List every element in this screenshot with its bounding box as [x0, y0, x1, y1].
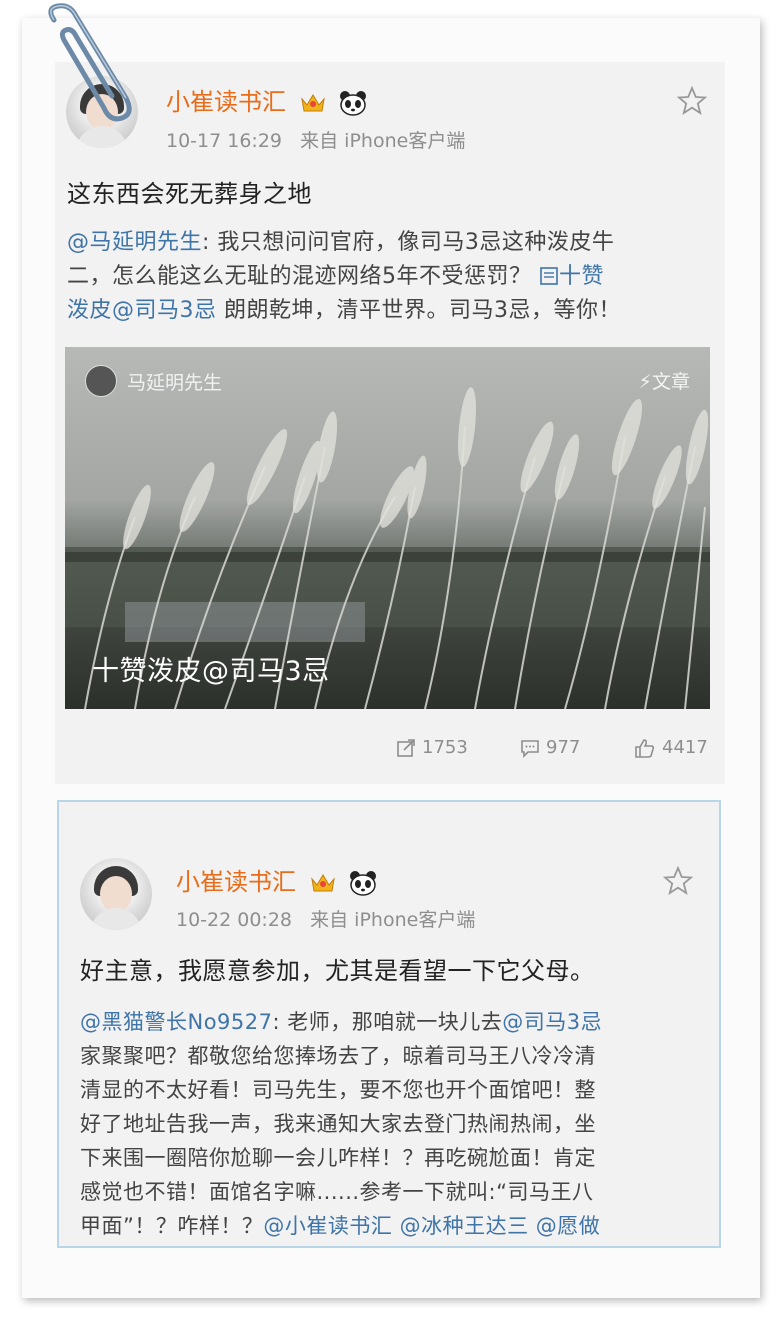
repost-icon: [397, 738, 415, 757]
panda-icon: [340, 91, 367, 116]
article-link-cont[interactable]: 泼皮@司马3忌: [67, 298, 217, 323]
mention-link[interactable]: @愿做: [536, 1214, 601, 1238]
repost-line: 朗朗乾坤，清平世界。司马3忌，等你！: [216, 298, 621, 323]
username[interactable]: 小崔读书汇: [176, 862, 377, 897]
article-type-label: 文章: [651, 371, 690, 393]
star-icon[interactable]: [677, 86, 707, 116]
mention-link[interactable]: @小崔读书汇: [263, 1214, 392, 1238]
like-button[interactable]: 4417: [634, 737, 708, 758]
repost-line: 家聚聚吧？都敬您给您捧场去了，晾着司马王八冷冷清: [80, 1044, 596, 1068]
thumbs-up-icon: [635, 738, 655, 758]
paperclip-icon: [48, 3, 132, 122]
article-card[interactable]: 马延明先生 ⚡文章 十赞泼皮@司马3忌: [65, 347, 710, 709]
article-link-text[interactable]: 十赞: [559, 264, 604, 289]
repost-text: @黑猫警长No9527: 老师，那咱就一块儿去@司马3忌 家聚聚吧？都敬您给您捧…: [80, 1005, 710, 1243]
lightning-icon: ⚡: [638, 371, 652, 393]
repost-line: 好了地址告我一声，我来通知大家去登门热闹热闹，坐: [80, 1112, 596, 1136]
username[interactable]: 小崔读书汇: [166, 82, 367, 117]
article-link[interactable]: 十赞: [539, 264, 604, 289]
mention-link[interactable]: @司马3忌: [502, 1010, 602, 1034]
repost-text: @马延明先生: 我只想问问官府，像司马3忌这种泼皮牛 二，怎么能这么无耻的混迹网…: [67, 226, 717, 328]
avatar[interactable]: [80, 858, 152, 930]
repost-count: 1753: [422, 737, 468, 758]
repost-line: : 老师，那咱就一块儿去: [272, 1010, 503, 1034]
crown-icon: [300, 94, 325, 112]
comment-button[interactable]: 977: [520, 737, 580, 758]
article-type: ⚡文章: [639, 367, 690, 394]
article-caption: 十赞泼皮@司马3忌: [92, 656, 330, 687]
article-icon: [540, 267, 558, 285]
timestamp: 10-22 00:28: [176, 909, 293, 931]
repost-line: 下来围一圈陪你尬聊一会儿咋样！？再吃碗尬面！肯定: [80, 1146, 596, 1170]
repost-line: 二，怎么能这么无耻的混迹网络5年不受惩罚？: [67, 264, 532, 289]
comment-icon: [521, 739, 539, 758]
mention-link[interactable]: @马延明先生: [67, 230, 202, 255]
username-text[interactable]: 小崔读书汇: [166, 88, 286, 116]
author-avatar: [85, 365, 117, 397]
like-count: 4417: [662, 737, 708, 758]
source-text: 来自 iPhone客户端: [300, 130, 466, 152]
post-meta: 10-17 16:29 来自 iPhone客户端: [166, 126, 465, 153]
timestamp: 10-17 16:29: [166, 130, 283, 152]
article-author-name: 马延明先生: [127, 371, 223, 394]
repost-line: 甲面”！？咋样！？: [80, 1214, 264, 1238]
repost-line: : 我只想问问官府，像司马3忌这种泼皮牛: [202, 230, 615, 255]
repost-button[interactable]: 1753: [396, 737, 468, 758]
source-text: 来自 iPhone客户端: [310, 909, 476, 931]
article-author[interactable]: 马延明先生: [85, 365, 222, 397]
repost-line: 清显的不太好看！司马先生，要不您也开个面馆吧！整: [80, 1078, 596, 1102]
star-icon[interactable]: [663, 866, 693, 896]
crown-icon: [310, 874, 335, 892]
post-meta: 10-22 00:28 来自 iPhone客户端: [176, 905, 475, 932]
repost-line: 感觉也不错！面馆名字嘛......参考一下就叫:“司马王八: [80, 1180, 594, 1204]
post-text: 这东西会死无葬身之地: [67, 180, 312, 208]
post-text: 好主意，我愿意参加，尤其是看望一下它父母。: [80, 957, 595, 985]
panda-icon: [350, 871, 377, 896]
comment-count: 977: [546, 737, 581, 758]
mention-link[interactable]: @黑猫警长No9527: [80, 1010, 273, 1034]
username-text[interactable]: 小崔读书汇: [176, 868, 296, 896]
mention-link[interactable]: @冰种王达三: [400, 1214, 529, 1238]
